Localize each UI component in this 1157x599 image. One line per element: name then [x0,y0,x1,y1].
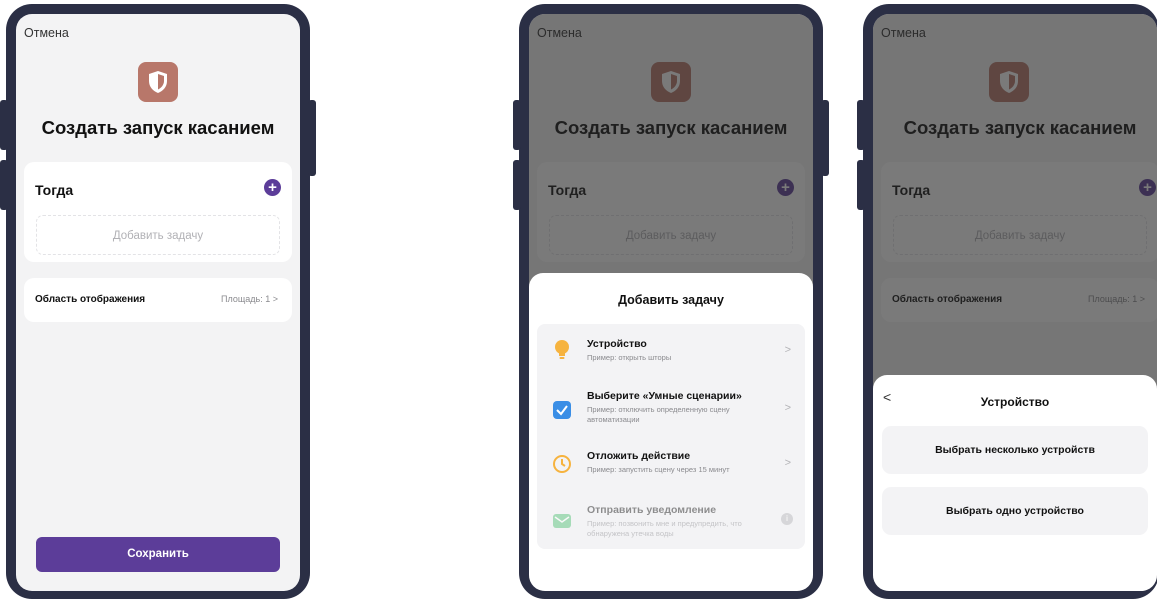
cancel-link[interactable]: Отмена [24,26,69,40]
add-task-plus-icon[interactable]: + [264,179,281,196]
task-description: Пример: позвонить мне и предупредить, чт… [587,519,742,538]
chevron-right-icon: > [784,344,791,356]
screen: Отмена Создать запуск касанием Тогда + Д… [529,14,813,591]
info-icon: i [781,513,793,525]
task-description: Пример: отключить определенную сцену авт… [587,405,730,424]
checkbox-icon [552,400,572,420]
then-card: Тогда + Добавить задачу [24,162,292,262]
task-title: Отправить уведомление [587,504,717,516]
display-area-label: Область отображения [35,294,146,305]
phone-add-task-screen: Отмена Создать запуск касанием Тогда + Д… [513,4,829,599]
then-label: Тогда [35,182,74,198]
task-notify: Отправить уведомление Пример: позвонить … [537,496,805,550]
display-area-row[interactable]: Область отображения Площадь: 1 > [24,278,292,322]
device-sheet: < Устройство Выбрать несколько устройств… [873,375,1157,591]
task-description: Пример: запустить сцену через 15 минут [587,465,730,474]
phone-create-screen: Отмена Создать запуск касанием Тогда + Д… [0,4,316,599]
task-title: Отложить действие [587,450,691,462]
task-smart-scene[interactable]: Выберите «Умные сценарии» Пример: отключ… [537,382,805,436]
display-area-value: Площадь: 1 > [221,294,278,304]
page-title: Создать запуск касанием [41,117,275,138]
chevron-right-icon: > [784,457,791,469]
task-title: Выберите «Умные сценарии» [587,390,742,402]
task-title: Устройство [587,338,647,350]
chevron-right-icon: > [272,294,278,304]
task-list: Устройство Пример: открыть шторы > Выбер… [537,324,805,549]
message-icon [552,512,572,532]
screen: Отмена Создать запуск касанием Тогда + Д… [873,14,1157,591]
clock-icon [552,454,572,474]
task-device[interactable]: Устройство Пример: открыть шторы > [537,324,805,378]
add-task-field[interactable]: Добавить задачу [36,215,280,255]
sheet-title: Добавить задачу [618,293,724,307]
phone-device-screen: Отмена Создать запуск касанием Тогда + Д… [857,4,1157,599]
task-delay[interactable]: Отложить действие Пример: запустить сцен… [537,440,805,494]
select-multiple-devices-button[interactable]: Выбрать несколько устройств [882,426,1148,474]
sheet-title: Устройство [980,395,1050,409]
select-single-device-button[interactable]: Выбрать одно устройство [882,487,1148,535]
add-task-sheet: Добавить задачу Устройство Пример: откры… [529,273,813,591]
screen: Отмена Создать запуск касанием Тогда + Д… [16,14,300,591]
shield-icon [138,62,178,102]
chevron-right-icon: > [784,402,791,414]
task-description: Пример: открыть шторы [587,353,672,362]
lightbulb-icon [552,339,572,359]
save-button[interactable]: Сохранить [36,537,280,572]
